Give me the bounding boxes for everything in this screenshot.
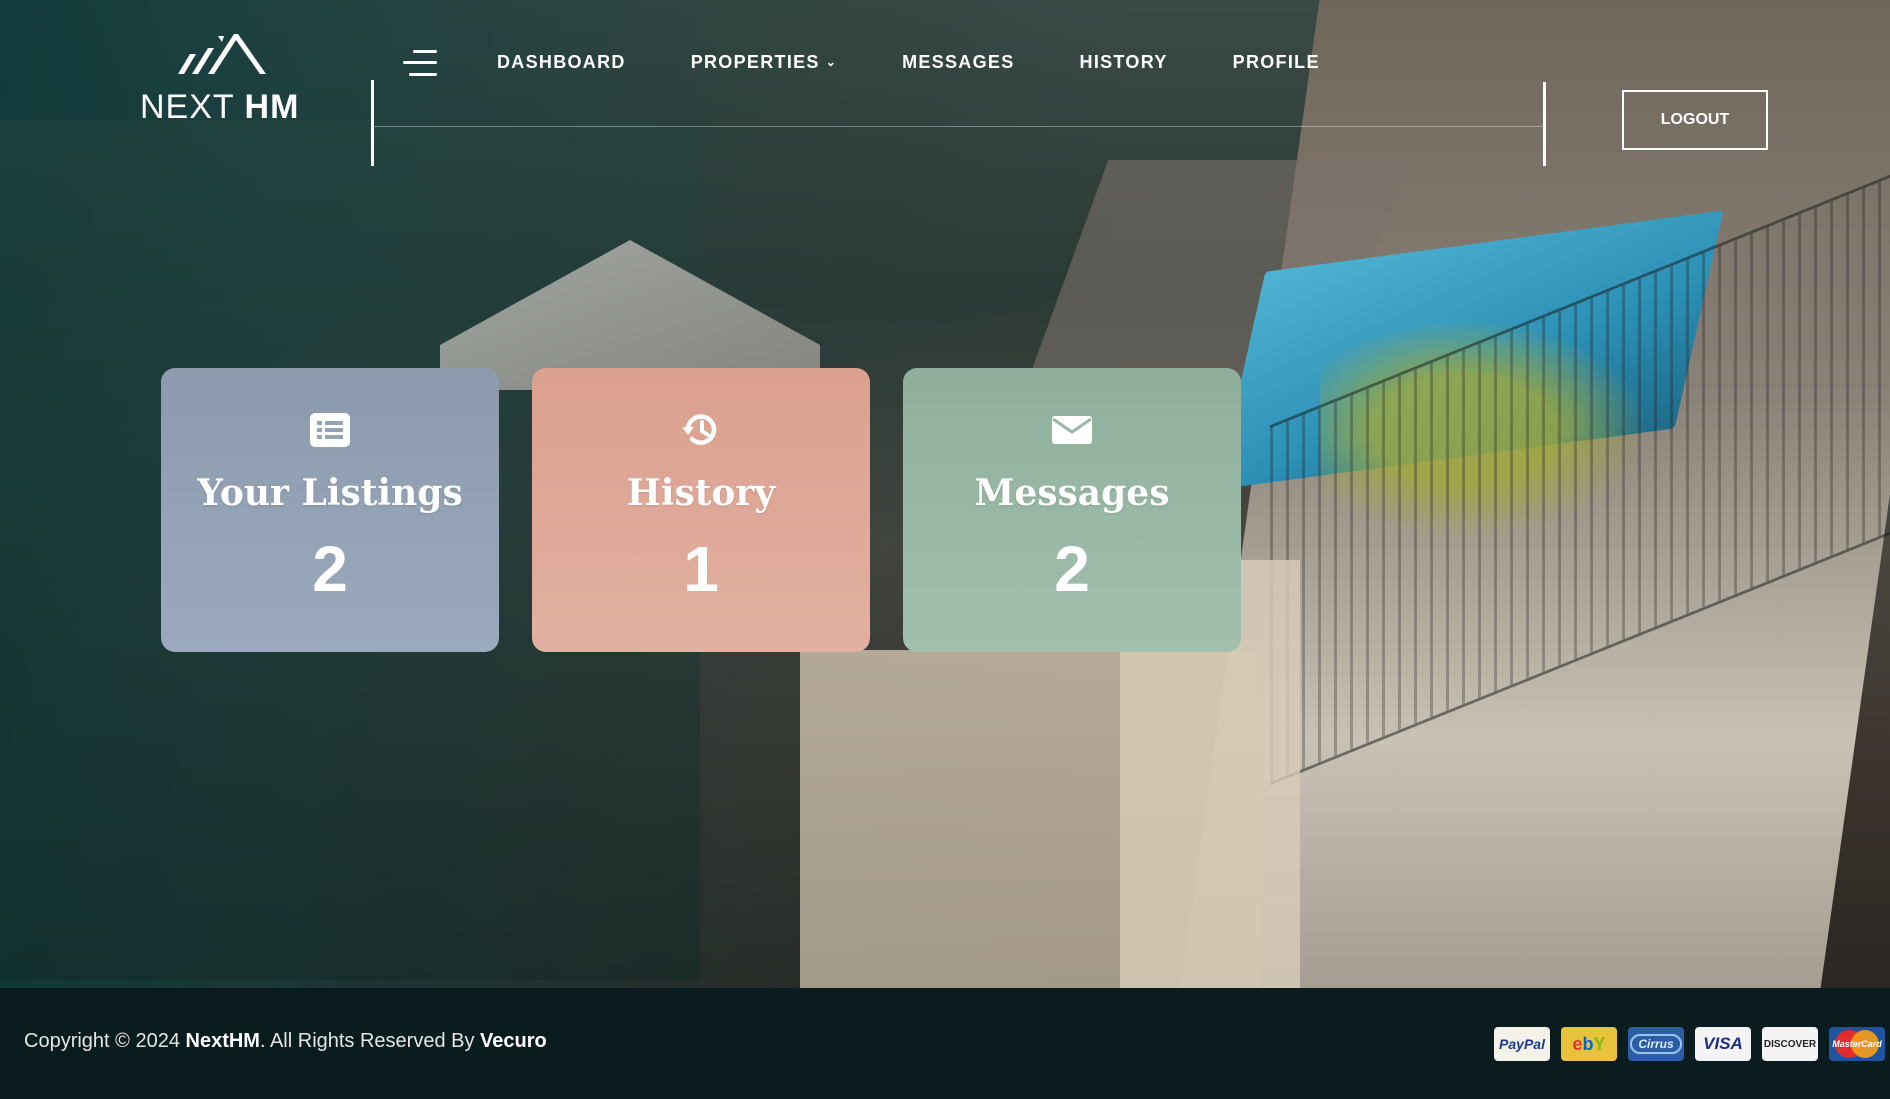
discover-icon: DISCOVER <box>1762 1027 1818 1061</box>
card-title: Your Listings <box>197 472 463 514</box>
envelope-icon <box>1050 408 1094 452</box>
header-divider-horizontal <box>374 126 1544 127</box>
roof-logo-icon <box>178 34 266 74</box>
cirrus-icon: Cirrus <box>1628 1027 1684 1061</box>
visa-icon: VISA <box>1695 1027 1751 1061</box>
card-title: History <box>626 472 776 514</box>
nav-messages[interactable]: MESSAGES <box>902 52 1014 73</box>
nav-profile[interactable]: PROFILE <box>1233 52 1320 73</box>
list-alt-icon <box>308 408 352 452</box>
main-nav: DASHBOARD PROPERTIES ⌄ MESSAGES HISTORY P… <box>497 52 1385 73</box>
copyright-text: Copyright © 2024 NextHM. All Rights Rese… <box>24 1030 547 1052</box>
mastercard-icon: MasterCard <box>1829 1027 1885 1061</box>
brand-name: NEXT HM <box>140 88 300 126</box>
card-title: Messages <box>974 472 1170 514</box>
header-divider-right <box>1543 82 1546 166</box>
nav-history[interactable]: HISTORY <box>1080 52 1168 73</box>
author-link[interactable]: Vecuro <box>480 1030 547 1052</box>
paypal-icon: PayPal <box>1494 1027 1550 1061</box>
logout-button[interactable]: LOGOUT <box>1622 90 1768 150</box>
hamburger-menu-icon[interactable] <box>403 47 437 79</box>
chevron-down-icon: ⌄ <box>825 54 838 69</box>
ebay-icon: ebY <box>1561 1027 1617 1061</box>
payment-methods: PayPal ebY Cirrus VISA DISCOVER MasterCa… <box>1494 1027 1885 1061</box>
company-link[interactable]: NextHM <box>186 1030 260 1052</box>
card-count: 2 <box>312 533 348 605</box>
header-divider-left <box>371 80 374 166</box>
nav-properties[interactable]: PROPERTIES ⌄ <box>691 52 837 73</box>
card-your-listings[interactable]: Your Listings 2 <box>161 368 499 652</box>
logo[interactable]: NEXT HM <box>140 30 310 130</box>
card-history[interactable]: History 1 <box>532 368 870 652</box>
card-messages[interactable]: Messages 2 <box>903 368 1241 652</box>
dashboard-cards: Your Listings 2 History 1 Messages 2 <box>161 368 1241 652</box>
card-count: 2 <box>1054 533 1090 605</box>
nav-dashboard[interactable]: DASHBOARD <box>497 52 626 73</box>
history-icon <box>679 408 723 452</box>
card-count: 1 <box>683 533 719 605</box>
